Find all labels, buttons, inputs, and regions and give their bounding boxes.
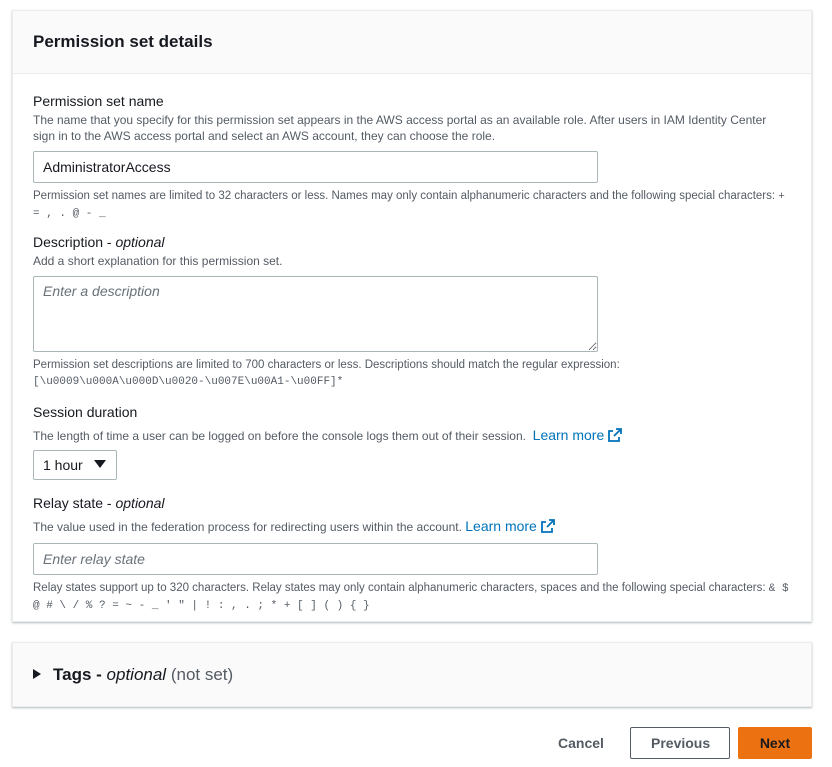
description-hint: Permission set descriptions are limited … xyxy=(33,359,620,388)
session-label: Session duration xyxy=(33,404,138,420)
session-learn-more-link[interactable]: Learn more xyxy=(533,427,623,443)
description-description: Add a short explanation for this permiss… xyxy=(33,254,283,268)
permission-set-details-panel: Permission set details Permission set na… xyxy=(12,10,812,622)
previous-button[interactable]: Previous xyxy=(630,727,730,759)
description-label: Description - optional xyxy=(33,234,165,250)
external-link-icon xyxy=(608,428,623,442)
permission-set-name-input[interactable] xyxy=(33,151,598,183)
relay-description: The value used in the federation process… xyxy=(33,518,791,535)
name-hint: Permission set names are limited to 32 c… xyxy=(33,190,785,220)
caret-down-icon xyxy=(94,460,106,468)
caret-right-icon xyxy=(33,669,41,679)
description-textarea[interactable] xyxy=(33,276,598,352)
session-description: The length of time a user can be logged … xyxy=(33,427,791,444)
relay-learn-more-link[interactable]: Learn more xyxy=(465,518,555,534)
cancel-button[interactable]: Cancel xyxy=(538,727,624,759)
relay-hint: Relay states support up to 320 character… xyxy=(33,582,789,612)
relay-state-input[interactable] xyxy=(33,543,598,575)
next-button[interactable]: Next xyxy=(738,727,812,759)
external-link-icon xyxy=(540,519,555,533)
tags-expander[interactable]: Tags - optional (not set) xyxy=(12,642,812,707)
section-title: Permission set details xyxy=(13,11,811,74)
session-duration-select[interactable]: 1 hour xyxy=(33,450,117,480)
name-label: Permission set name xyxy=(33,93,164,109)
relay-label: Relay state - optional xyxy=(33,495,165,511)
name-description: The name that you specify for this permi… xyxy=(33,113,767,143)
